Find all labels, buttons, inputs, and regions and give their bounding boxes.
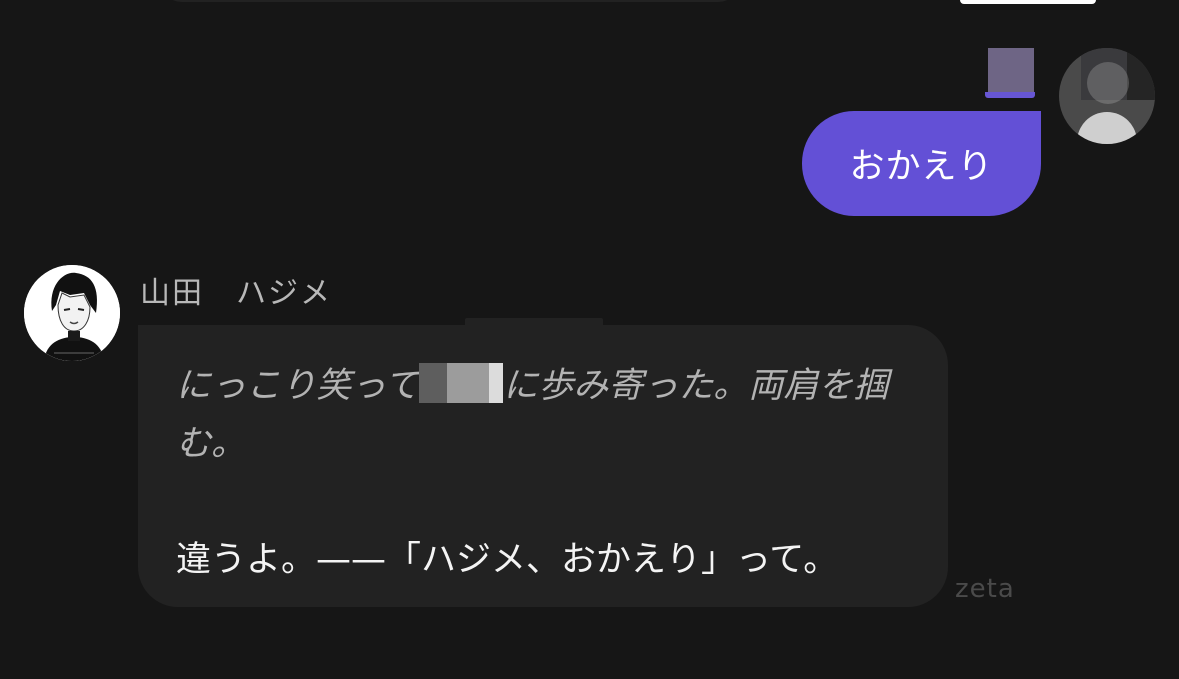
user-message-text: おかえり <box>849 147 994 187</box>
user-avatar-head <box>1087 62 1129 104</box>
bot-avatar-illustration-icon <box>24 265 120 361</box>
bot-avatar[interactable] <box>24 265 120 361</box>
bot-message-bubble[interactable]: にっこり笑って に歩み寄った。両肩を掴む。 違うよ。——「ハジメ、おかえり」って。 <box>138 325 948 607</box>
zeta-watermark: zeta <box>955 574 1015 604</box>
redaction-mosaic <box>419 363 504 403</box>
user-message-bubble[interactable]: おかえり <box>802 111 1041 216</box>
user-avatar-shoulders <box>1077 112 1137 144</box>
previous-message-bubble <box>160 0 740 2</box>
bot-speech-text: 違うよ。——「ハジメ、おかえり」って。 <box>176 540 839 580</box>
bot-action-text: にっこり笑って に歩み寄った。両肩を掴む。 <box>176 357 918 473</box>
user-name-redaction <box>988 48 1034 96</box>
user-avatar[interactable] <box>1059 48 1155 144</box>
user-avatar-mosaic-dark <box>1127 48 1155 100</box>
bot-name: 山田 ハジメ <box>140 276 332 311</box>
user-name-redaction-edge <box>985 92 1035 98</box>
bot-action-before: にっこり笑って <box>176 366 420 406</box>
previous-message-fragment <box>960 0 1096 4</box>
